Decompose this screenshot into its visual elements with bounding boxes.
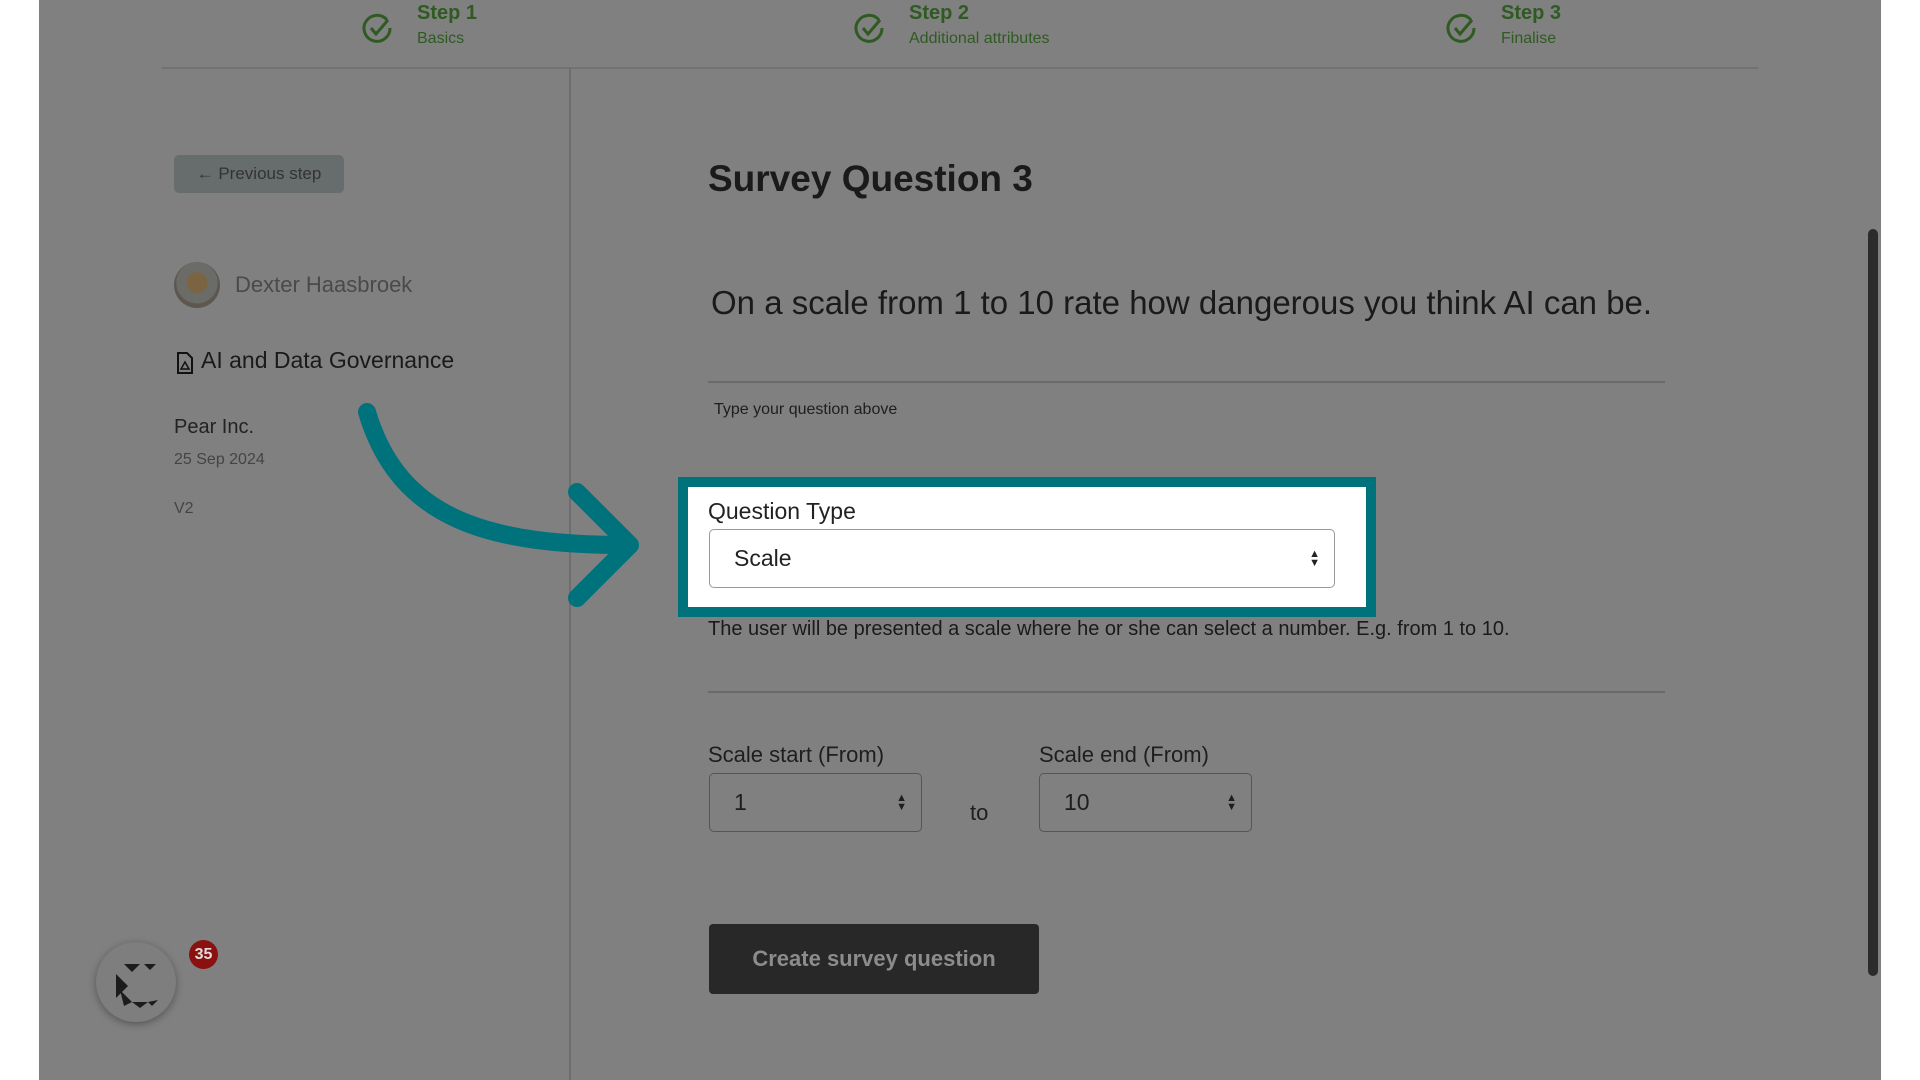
step-subtitle: Additional attributes <box>909 30 1050 47</box>
question-type-value: Scale <box>734 545 792 571</box>
section-divider <box>708 691 1665 693</box>
select-arrows-icon: ▲ ▼ <box>896 791 907 813</box>
step-subtitle: Finalise <box>1501 30 1557 47</box>
to-label: to <box>970 800 989 825</box>
notification-badge: 35 <box>189 940 218 969</box>
select-arrows-icon: ▲ ▼ <box>1226 791 1237 813</box>
scale-end-value: 10 <box>1064 789 1090 815</box>
step-3: Step 3 Finalise <box>1501 2 1561 48</box>
chat-widget-button[interactable] <box>96 942 176 1022</box>
scale-end-label: Scale end (From) <box>1039 742 1209 767</box>
scale-end-select[interactable]: 10 ▲ ▼ <box>1039 773 1252 832</box>
question-type-label: Question Type <box>708 498 856 524</box>
page-overlay: Step 1 Basics Step 2 Additional attribut… <box>39 0 1881 1080</box>
question-underline <box>708 381 1665 383</box>
widget-logo-icon <box>116 964 158 1008</box>
create-survey-question-button[interactable]: Create survey question <box>709 924 1039 994</box>
scale-start-select[interactable]: 1 ▲ ▼ <box>709 773 922 832</box>
step-title: Step 2 <box>909 2 970 24</box>
scrollbar-thumb[interactable] <box>1868 229 1878 976</box>
question-hint: Type your question above <box>714 401 898 418</box>
step-2: Step 2 Additional attributes <box>909 2 1050 48</box>
page-title: Survey Question 3 <box>708 158 1033 199</box>
pointer-arrow-icon <box>358 403 639 607</box>
scale-start-label: Scale start (From) <box>708 742 885 767</box>
question-type-help: The user will be presented a scale where… <box>708 618 1510 640</box>
step-title: Step 3 <box>1501 2 1562 24</box>
question-input[interactable]: On a scale from 1 to 10 rate how dangero… <box>711 284 1701 322</box>
check-circle-icon <box>854 13 884 43</box>
select-arrows-icon: ▲ ▼ <box>1309 547 1320 569</box>
check-circle-icon <box>1446 13 1476 43</box>
question-type-select[interactable]: Scale ▲ ▼ <box>709 529 1335 588</box>
scale-start-value: 1 <box>734 789 747 815</box>
